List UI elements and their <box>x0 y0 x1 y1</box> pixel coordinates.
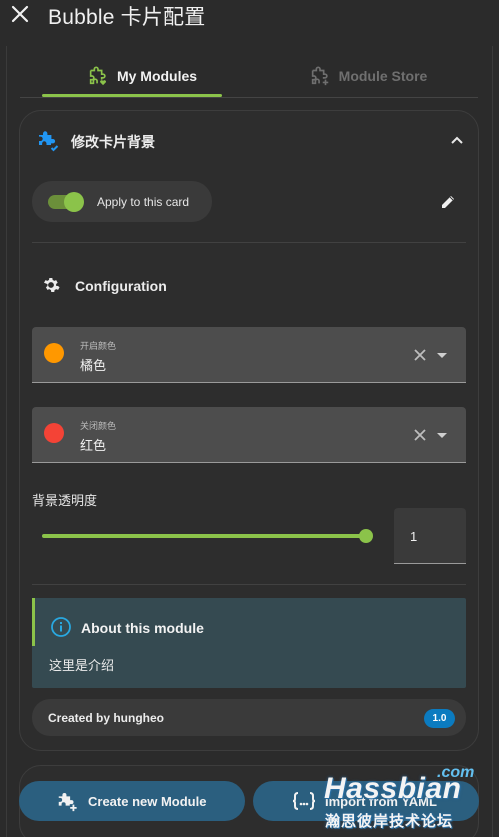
tab-my-modules[interactable]: My Modules <box>42 54 242 98</box>
on-color-swatch <box>44 343 64 363</box>
about-title: About this module <box>81 620 204 636</box>
frame-border-left <box>6 46 7 837</box>
configuration-heading: Configuration <box>75 278 167 294</box>
info-icon <box>51 617 71 637</box>
author-text: Created by hungheo <box>48 711 165 725</box>
puzzle-plus-icon <box>58 793 77 812</box>
dialog-header: Bubble 卡片配置 <box>0 0 499 46</box>
active-tab-indicator <box>42 94 222 97</box>
pencil-icon[interactable] <box>439 193 457 211</box>
close-icon <box>11 5 29 23</box>
create-module-button[interactable]: Create new Module <box>19 781 245 821</box>
gear-icon <box>44 278 60 292</box>
module-title: 修改卡片背景 <box>71 134 155 150</box>
puzzle-heart-icon <box>89 66 106 86</box>
section-divider <box>32 242 466 243</box>
on-color-value: 橘色 <box>80 358 107 373</box>
chevron-up-icon[interactable] <box>449 132 465 148</box>
code-braces-icon <box>292 792 316 810</box>
opacity-label: 背景透明度 <box>32 493 98 508</box>
close-icon[interactable] <box>413 428 427 442</box>
opacity-number-value: 1 <box>410 529 418 544</box>
about-accent-bar <box>32 598 35 646</box>
dialog-title: Bubble 卡片配置 <box>48 6 206 29</box>
version-badge: 1.0 <box>424 709 455 728</box>
frame-border-right <box>492 46 493 837</box>
opacity-number-input[interactable] <box>394 508 466 564</box>
close-button[interactable] <box>8 2 32 26</box>
puzzle-plus-icon <box>311 66 328 86</box>
off-color-label: 关闭颜色 <box>80 421 117 431</box>
apply-toggle-thumb[interactable] <box>64 192 84 212</box>
opacity-slider-track[interactable] <box>42 534 366 538</box>
chevron-down-icon[interactable] <box>437 353 447 358</box>
off-color-swatch <box>44 423 64 443</box>
about-box <box>32 598 466 688</box>
create-module-label: Create new Module <box>88 794 207 809</box>
tab-module-store-label: Module Store <box>338 68 428 84</box>
opacity-slider-thumb[interactable] <box>359 529 373 543</box>
chevron-down-icon[interactable] <box>437 433 447 438</box>
tab-my-modules-label: My Modules <box>116 68 198 84</box>
module-tabs: My Modules Module Store <box>20 54 478 98</box>
watermark-tagline: 瀚思彼岸技术论坛 <box>325 813 454 830</box>
watermark-brand: Hassbian <box>324 772 462 805</box>
on-color-label: 开启颜色 <box>80 341 117 351</box>
tab-module-store[interactable]: Module Store <box>268 54 468 98</box>
close-icon[interactable] <box>413 348 427 362</box>
off-color-value: 红色 <box>80 438 107 453</box>
about-body: 这里是介绍 <box>49 658 115 673</box>
apply-toggle-label: Apply to this card <box>97 195 190 209</box>
section-divider <box>32 584 466 585</box>
puzzle-check-icon <box>39 131 59 152</box>
